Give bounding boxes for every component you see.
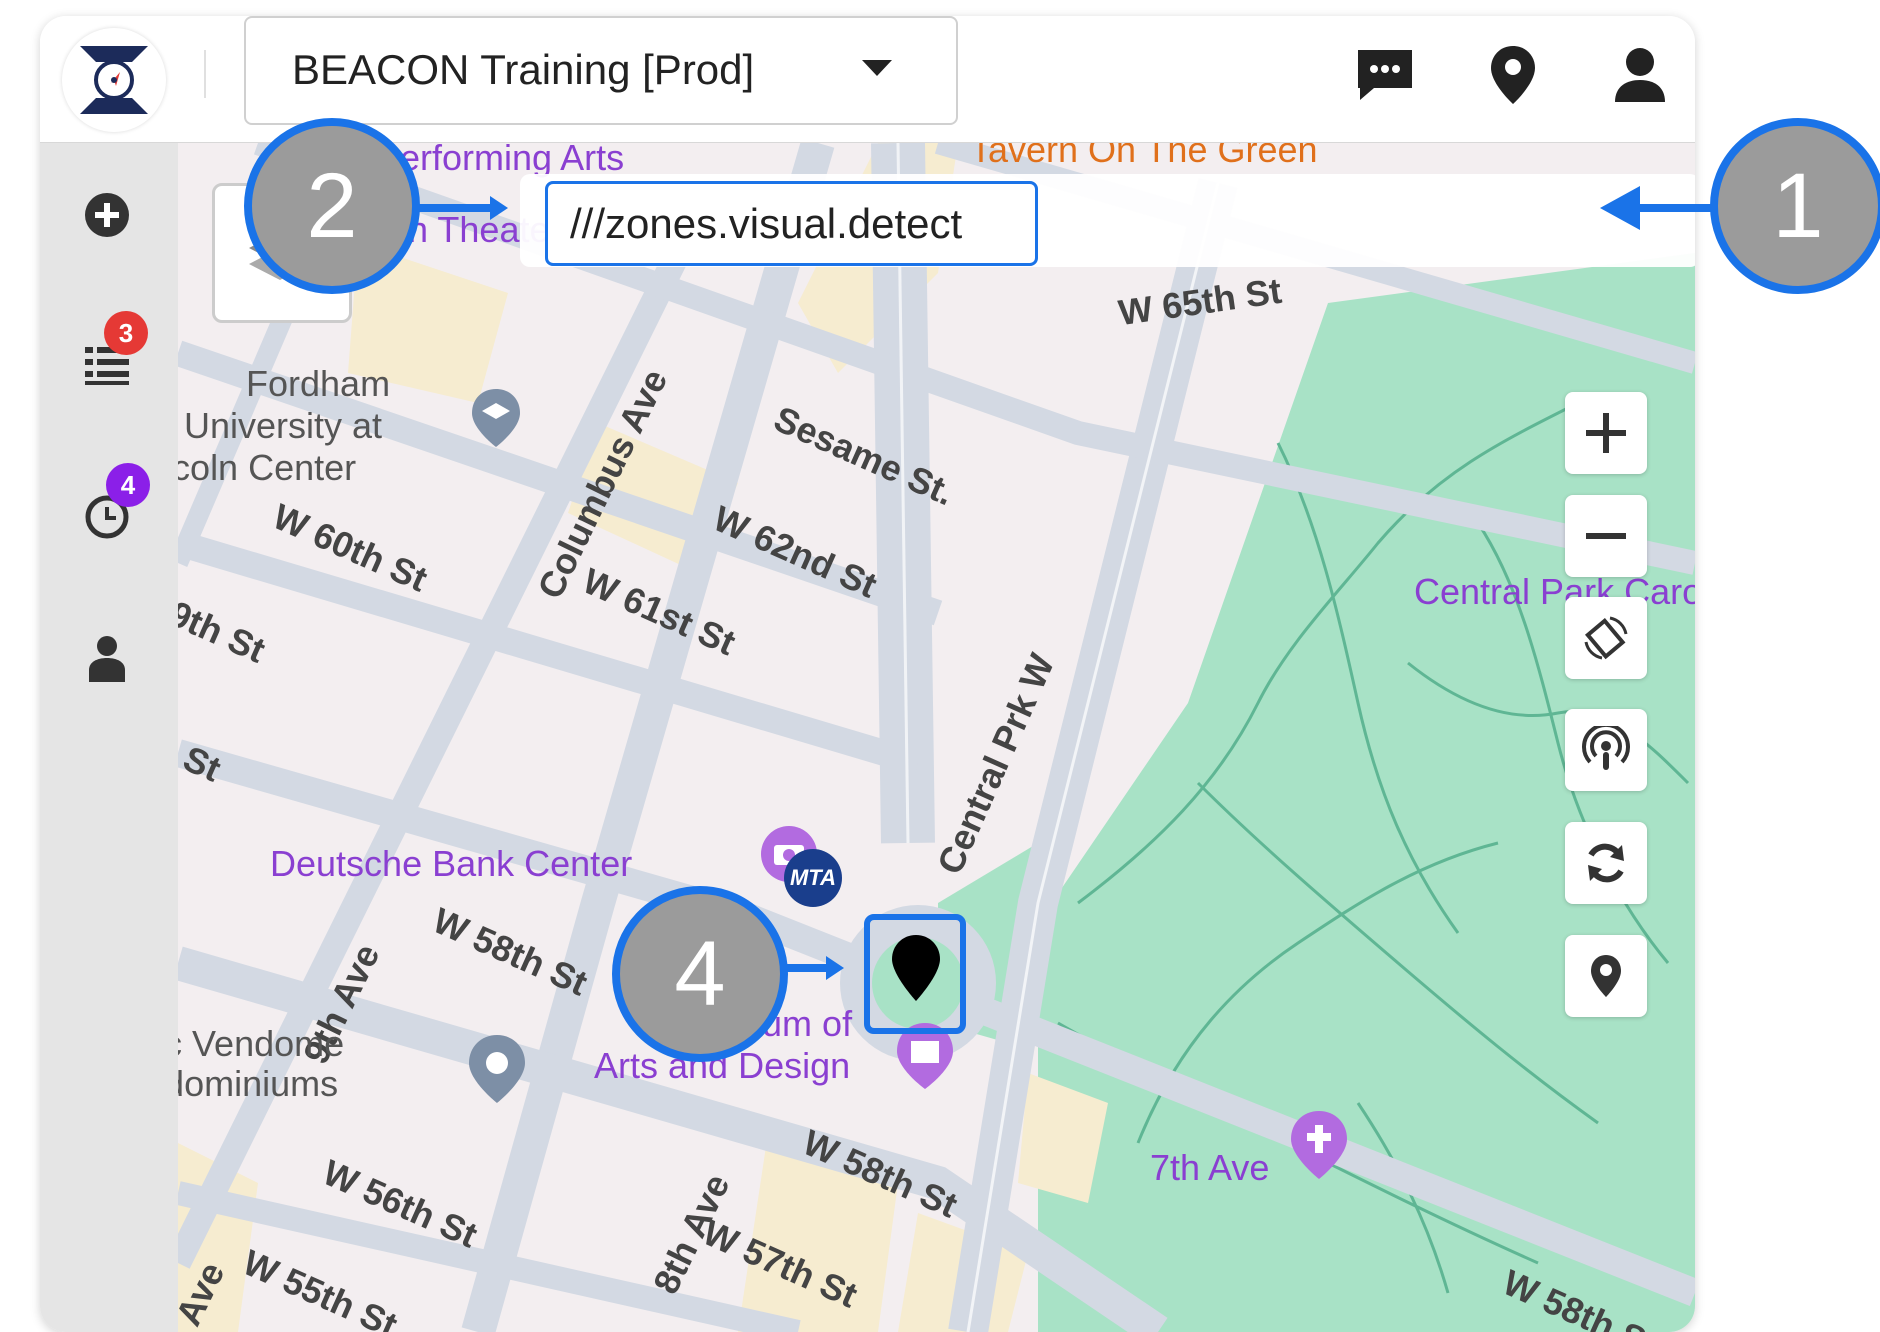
callout-4: 4: [612, 886, 788, 1062]
callout-2: 2: [244, 118, 420, 294]
callout-1: 1: [1710, 118, 1880, 294]
